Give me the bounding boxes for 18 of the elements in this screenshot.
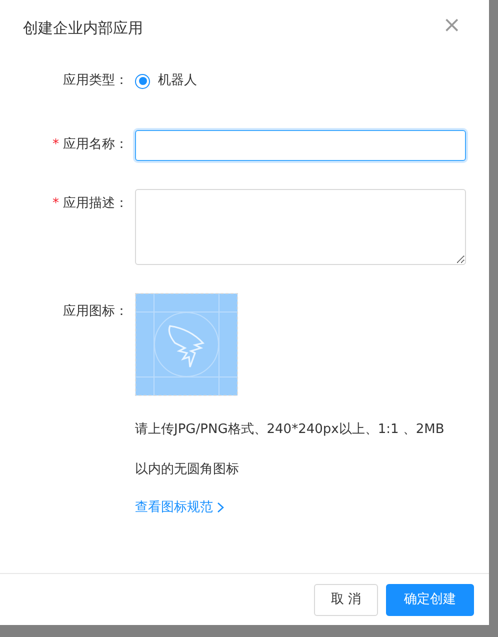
field-label: 应用类型： [63,72,128,90]
icon-hint: 请上传JPG/PNG格式、240*240px以上、1:1 、2MB以内的无圆角图标 [135,420,446,478]
description-input-field[interactable] [135,188,466,264]
radio-option[interactable]: 机器人 [135,71,197,91]
required-mark: * [52,136,59,154]
name-input-field[interactable] [135,130,466,160]
field-label: 应用图标： [63,303,128,322]
required-mark: * [52,195,59,214]
field-label: 应用描述： [63,195,128,214]
field-label: 应用名称： [63,136,128,154]
radio-icon [135,74,150,88]
cancel-button[interactable]: 取 消 [314,584,378,616]
create-button[interactable]: 确定创建 [386,584,474,616]
chevron-right-icon [217,502,224,513]
dialog-title: 创建企业内部应用 [23,18,143,39]
app-icon-upload[interactable] [135,292,238,396]
close-button[interactable]: × [442,15,461,37]
icon-guidelines-link[interactable]: 查看图标规范 [135,498,457,517]
